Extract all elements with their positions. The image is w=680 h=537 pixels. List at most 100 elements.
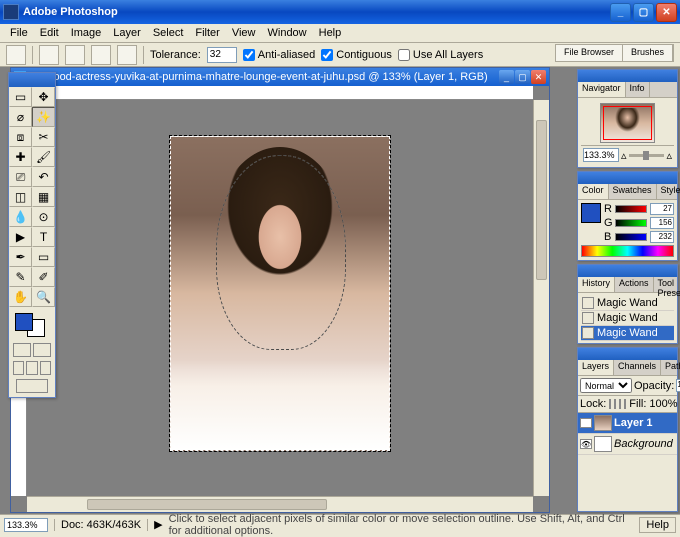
contiguous-checkbox[interactable]: Contiguous	[321, 49, 392, 61]
healing-tool[interactable]: ✚	[9, 147, 32, 167]
r-value[interactable]: 27	[650, 203, 674, 215]
history-item[interactable]: Magic Wand	[581, 311, 674, 326]
layer-row[interactable]: 👁 Background	[578, 434, 677, 455]
g-slider[interactable]	[615, 219, 647, 227]
doc-close-button[interactable]: ✕	[531, 70, 546, 84]
history-brush-tool[interactable]: ↶	[32, 167, 55, 187]
toolbox-titlebar[interactable]	[9, 73, 55, 87]
layer-thumbnail[interactable]	[594, 415, 612, 431]
file-browser-tab[interactable]: File Browser	[556, 45, 623, 61]
actions-tab[interactable]: Actions	[615, 277, 654, 292]
navigator-zoom-slider[interactable]	[629, 154, 665, 157]
layer-row[interactable]: 👁 Layer 1	[578, 413, 677, 434]
marquee-tool[interactable]: ▭	[9, 87, 32, 107]
zoom-in-icon[interactable]: ▵	[666, 149, 672, 162]
blur-tool[interactable]: 💧	[9, 207, 32, 227]
pen-tool[interactable]: ✒	[9, 247, 32, 267]
type-tool[interactable]: T	[32, 227, 55, 247]
scrollbar-horizontal[interactable]	[27, 496, 533, 512]
menu-select[interactable]: Select	[147, 25, 190, 41]
brush-tool[interactable]: 🖌	[32, 147, 55, 167]
history-item[interactable]: Magic Wand	[581, 296, 674, 311]
b-value[interactable]: 232	[650, 231, 674, 243]
slice-tool[interactable]: ✂	[32, 127, 55, 147]
image-content[interactable]	[170, 136, 390, 451]
channels-tab[interactable]: Channels	[614, 360, 661, 375]
zoom-tool[interactable]: 🔍	[32, 287, 55, 307]
lock-transparency-icon[interactable]	[609, 399, 611, 409]
visibility-icon[interactable]: 👁	[580, 439, 592, 449]
navigator-tab[interactable]: Navigator	[578, 82, 626, 97]
document-titlebar[interactable]: ollywood-actress-yuvika-at-purnima-mhatr…	[11, 68, 549, 86]
paths-tab[interactable]: Paths	[661, 360, 680, 375]
lock-all-icon[interactable]	[624, 399, 626, 409]
quickmask-mode-icon[interactable]	[33, 343, 51, 357]
history-item[interactable]: Magic Wand	[581, 326, 674, 341]
menu-file[interactable]: File	[4, 25, 34, 41]
navigator-thumbnail[interactable]	[600, 103, 655, 143]
color-swatches[interactable]	[13, 311, 47, 339]
menu-window[interactable]: Window	[262, 25, 313, 41]
screen-standard-icon[interactable]	[13, 361, 24, 375]
selection-mode-add-icon[interactable]	[65, 45, 85, 65]
spectrum-ramp[interactable]	[581, 245, 674, 257]
layers-tab[interactable]: Layers	[578, 360, 614, 375]
minimize-button[interactable]: _	[610, 3, 631, 22]
crop-tool[interactable]: ⧈	[9, 127, 32, 147]
scroll-thumb[interactable]	[87, 499, 327, 510]
dodge-tool[interactable]: ⊙	[32, 207, 55, 227]
help-button[interactable]: Help	[639, 517, 676, 533]
panel-titlebar[interactable]	[578, 265, 677, 277]
doc-maximize-button[interactable]: ▢	[515, 70, 530, 84]
selection-mode-sub-icon[interactable]	[91, 45, 111, 65]
doc-minimize-button[interactable]: _	[499, 70, 514, 84]
lock-image-icon[interactable]	[614, 399, 616, 409]
foreground-color-swatch[interactable]	[15, 313, 33, 331]
shape-tool[interactable]: ▭	[32, 247, 55, 267]
b-slider[interactable]	[615, 233, 647, 241]
menu-help[interactable]: Help	[313, 25, 348, 41]
magic-wand-tool[interactable]: ✨	[32, 107, 55, 127]
stamp-tool[interactable]: ⎚	[9, 167, 32, 187]
g-value[interactable]: 156	[650, 217, 674, 229]
opacity-input[interactable]: 100%	[676, 379, 680, 392]
fill-input[interactable]: 100%	[649, 398, 677, 410]
history-tab[interactable]: History	[578, 277, 615, 292]
jump-to-imageready-icon[interactable]	[16, 379, 48, 393]
hand-tool[interactable]: ✋	[9, 287, 32, 307]
menu-edit[interactable]: Edit	[34, 25, 65, 41]
layer-thumbnail[interactable]	[594, 436, 612, 452]
current-tool-icon[interactable]	[6, 45, 26, 65]
panel-titlebar[interactable]	[578, 70, 677, 82]
layer-name[interactable]: Background	[614, 438, 673, 450]
screen-full-menu-icon[interactable]	[26, 361, 37, 375]
navigator-zoom-input[interactable]	[583, 148, 619, 162]
layer-name[interactable]: Layer 1	[614, 417, 653, 429]
close-button[interactable]: ✕	[656, 3, 677, 22]
swatches-tab[interactable]: Swatches	[609, 184, 657, 199]
all-layers-checkbox[interactable]: Use All Layers	[398, 49, 483, 61]
path-select-tool[interactable]: ▶	[9, 227, 32, 247]
ruler-horizontal[interactable]	[27, 86, 533, 100]
standard-mode-icon[interactable]	[13, 343, 31, 357]
brushes-tab[interactable]: Brushes	[623, 45, 673, 61]
selection-mode-intersect-icon[interactable]	[117, 45, 137, 65]
maximize-button[interactable]: ▢	[633, 3, 654, 22]
antialias-checkbox[interactable]: Anti-aliased	[243, 49, 315, 61]
color-preview-swatch[interactable]	[581, 203, 601, 223]
selection-mode-new-icon[interactable]	[39, 45, 59, 65]
visibility-icon[interactable]: 👁	[580, 418, 592, 428]
blend-mode-select[interactable]: Normal	[580, 378, 632, 393]
lasso-tool[interactable]: ⌀	[9, 107, 32, 127]
styles-tab[interactable]: Styles	[657, 184, 680, 199]
tool-presets-tab[interactable]: Tool Presets	[654, 277, 680, 292]
menu-layer[interactable]: Layer	[107, 25, 147, 41]
move-tool[interactable]: ✥	[32, 87, 55, 107]
tolerance-input[interactable]	[207, 47, 237, 63]
eyedropper-tool[interactable]: ✐	[32, 267, 55, 287]
zoom-input[interactable]	[4, 518, 48, 532]
menu-filter[interactable]: Filter	[189, 25, 225, 41]
navigator-view-box[interactable]	[603, 106, 652, 140]
gradient-tool[interactable]: ▦	[32, 187, 55, 207]
document-canvas[interactable]	[27, 100, 533, 496]
